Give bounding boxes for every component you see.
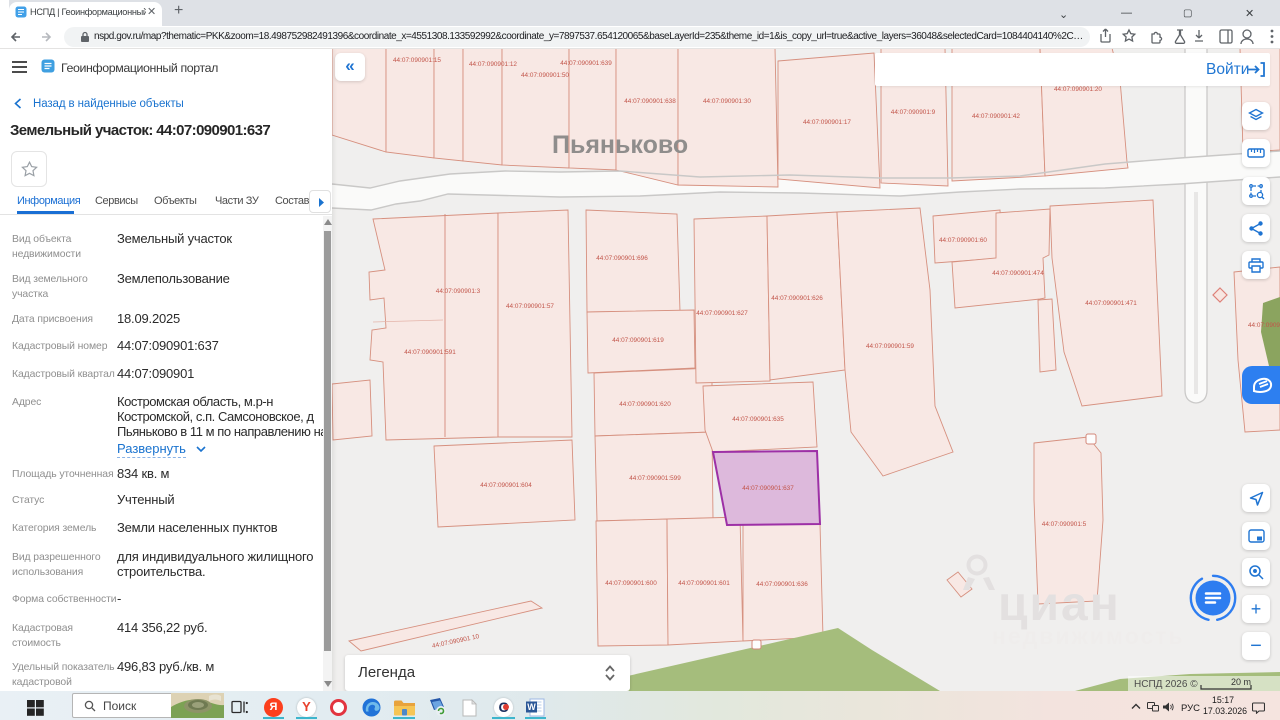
svg-text:44:07:090901:474: 44:07:090901:474 xyxy=(992,270,1044,277)
svg-text:44:07:090901:5: 44:07:090901:5 xyxy=(1042,521,1087,528)
svg-text:44:07:090901:12: 44:07:090901:12 xyxy=(469,61,517,68)
svg-text:Пьяньково: Пьяньково xyxy=(552,131,688,159)
svg-text:44:07:090901:591: 44:07:090901:591 xyxy=(404,349,456,356)
svg-text:44:07:090901:696: 44:07:090901:696 xyxy=(596,255,648,262)
svg-text:44:07:090901:30: 44:07:090901:30 xyxy=(703,98,751,105)
svg-text:44:07:090901:20: 44:07:090901:20 xyxy=(1054,86,1102,93)
svg-text:44:07:090901:57: 44:07:090901:57 xyxy=(506,303,554,310)
svg-text:44:07:090901:59: 44:07:090901:59 xyxy=(866,343,914,350)
svg-text:44:07:090901:637: 44:07:090901:637 xyxy=(742,485,794,492)
svg-text:недвижимость: недвижимость xyxy=(992,623,1185,649)
svg-text:44:07:090901:620: 44:07:090901:620 xyxy=(619,401,671,408)
svg-text:44:07:090901:9: 44:07:090901:9 xyxy=(891,109,936,116)
svg-text:20 m: 20 m xyxy=(1231,677,1251,687)
svg-text:44:07:090901:626: 44:07:090901:626 xyxy=(771,295,823,302)
svg-text:44:07:090901:619: 44:07:090901:619 xyxy=(612,337,664,344)
svg-text:44:07:090901:600: 44:07:090901:600 xyxy=(605,580,657,587)
svg-text:W: W xyxy=(527,702,536,712)
svg-text:44:07:090901:639: 44:07:090901:639 xyxy=(560,60,612,67)
svg-text:44:07:090901:601: 44:07:090901:601 xyxy=(678,580,730,587)
svg-text:44:07:090901:60: 44:07:090901:60 xyxy=(939,237,987,244)
svg-text:НСПД 2026 ©: НСПД 2026 © xyxy=(1134,679,1198,690)
svg-text:44:07:090901:635: 44:07:090901:635 xyxy=(732,416,784,423)
svg-text:44:07:090901:636: 44:07:090901:636 xyxy=(756,581,808,588)
svg-text:44:07:0909: 44:07:0909 xyxy=(1248,322,1280,329)
svg-text:44:07:090901:17: 44:07:090901:17 xyxy=(803,119,851,126)
svg-text:44:07:090901:15: 44:07:090901:15 xyxy=(393,57,441,64)
svg-text:44:07:090901:42: 44:07:090901:42 xyxy=(972,113,1020,120)
svg-text:44:07:090901:638: 44:07:090901:638 xyxy=(624,98,676,105)
svg-text:44:07:090901:604: 44:07:090901:604 xyxy=(480,482,532,489)
svg-text:44:07:090901:471: 44:07:090901:471 xyxy=(1085,300,1137,307)
svg-text:44:07:090901:627: 44:07:090901:627 xyxy=(696,310,748,317)
svg-text:44:07:090901:3: 44:07:090901:3 xyxy=(436,288,481,295)
svg-text:44:07:090901:50: 44:07:090901:50 xyxy=(521,72,569,79)
svg-text:44:07:090901:599: 44:07:090901:599 xyxy=(629,475,681,482)
